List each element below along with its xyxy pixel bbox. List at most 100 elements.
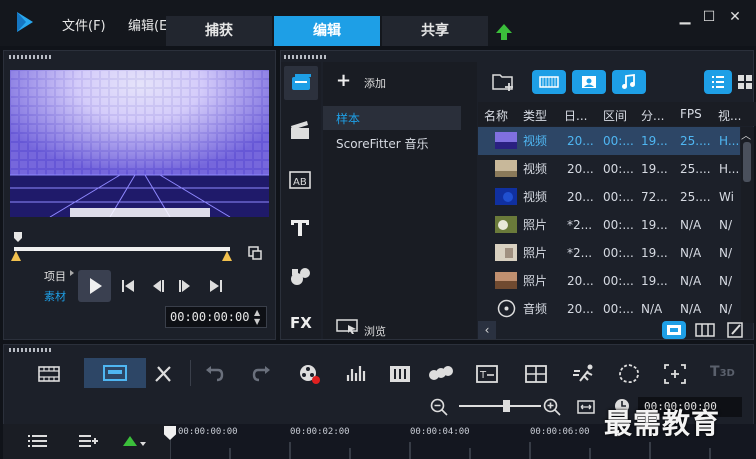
scroll-left-icon[interactable]: ‹ <box>478 321 496 339</box>
library-grip[interactable] <box>284 55 328 59</box>
mode-arrow-icon <box>70 270 74 276</box>
browse-icon[interactable] <box>336 319 358 335</box>
cell-duration: 00:... <box>603 246 634 260</box>
menu-file[interactable]: 文件(F) <box>62 15 106 34</box>
scrub-bar[interactable] <box>14 247 230 251</box>
options-button[interactable] <box>662 321 686 339</box>
storyboard-mode-icon[interactable] <box>37 364 61 384</box>
project-mode-label[interactable]: 项目 <box>44 268 66 284</box>
browse-label[interactable]: 浏览 <box>364 323 386 339</box>
column-header-resolution[interactable]: 分... <box>641 107 664 124</box>
timeline-grip[interactable] <box>9 348 53 352</box>
cell-duration: 00:... <box>603 134 634 148</box>
cell-date: *2... <box>567 246 593 260</box>
scroll-up-icon[interactable]: ︿ <box>741 127 751 142</box>
auto-music-icon[interactable] <box>388 363 412 385</box>
cell-type: 音频 <box>523 302 548 316</box>
graphics-icon[interactable] <box>289 265 313 287</box>
instant-project-icon[interactable] <box>288 118 312 142</box>
table-row[interactable]: 视频 20... 00:... 19... 25.... H... <box>478 155 740 183</box>
multi-camera-icon[interactable] <box>524 363 548 385</box>
mask-creator-icon[interactable] <box>617 363 641 385</box>
menu-edit[interactable]: 编辑(E <box>128 15 167 34</box>
cell-type: 视频 <box>523 162 548 176</box>
maximize-icon[interactable]: ☐ <box>700 8 718 26</box>
go-to-end-icon[interactable] <box>208 278 224 294</box>
motion-tracking-icon[interactable] <box>428 363 454 385</box>
show-audio-button[interactable] <box>612 70 646 94</box>
show-photos-button[interactable] <box>572 70 606 94</box>
go-to-start-icon[interactable] <box>120 278 136 294</box>
zoom-slider-thumb[interactable] <box>503 400 510 412</box>
undo-icon[interactable] <box>203 364 225 384</box>
column-header-fps[interactable]: FPS <box>680 107 702 121</box>
timecode-value: 00:00:00:00 <box>170 310 250 324</box>
zoom-in-icon[interactable] <box>543 398 561 416</box>
add-folder-label[interactable]: 添加 <box>364 75 386 91</box>
media-category-button[interactable] <box>284 66 318 100</box>
pan-zoom-icon[interactable] <box>663 363 687 385</box>
play-button[interactable] <box>78 270 111 302</box>
photo-thumbnail <box>495 272 517 289</box>
sound-mixer-icon[interactable] <box>345 363 369 385</box>
previous-frame-icon[interactable] <box>150 278 166 294</box>
fit-project-icon[interactable] <box>577 398 595 416</box>
redo-icon[interactable] <box>251 364 273 384</box>
tools-icon[interactable] <box>153 364 175 384</box>
time-remapping-icon[interactable] <box>572 363 598 385</box>
3d-title-editor-icon[interactable]: T3D <box>710 364 735 380</box>
list-view-button[interactable] <box>704 70 732 94</box>
close-icon[interactable]: ✕ <box>726 8 744 26</box>
table-row[interactable]: 音频 20... 00:... N/A N/A N/ <box>478 295 740 323</box>
table-row[interactable]: 视频 20... 00:... 19... 25.... H... <box>478 127 740 155</box>
column-header-type[interactable]: 类型 <box>523 107 547 124</box>
column-header-date[interactable]: 日... <box>564 107 587 124</box>
scrollbar-thumb[interactable] <box>743 142 751 182</box>
import-media-icon[interactable] <box>492 72 516 92</box>
svg-text:AB: AB <box>293 177 307 188</box>
transition-icon[interactable]: AB <box>288 168 312 192</box>
cell-date: *2... <box>567 218 593 232</box>
timeline-mode-icon <box>103 365 127 381</box>
add-remove-chapter-icon[interactable] <box>78 433 100 449</box>
upload-arrow-icon[interactable] <box>494 22 514 42</box>
timecode-field[interactable]: 00:00:00:00 <box>165 306 267 328</box>
cell-codec: N/ <box>719 246 733 260</box>
zoom-slider[interactable] <box>459 405 541 407</box>
tab-share[interactable]: 共享 <box>382 16 488 46</box>
zoom-out-icon[interactable] <box>430 398 448 416</box>
thumbnail-view-icon[interactable] <box>736 72 756 92</box>
enlarge-preview-icon[interactable] <box>247 245 263 261</box>
timeline-mode-button[interactable] <box>84 358 146 388</box>
minimize-icon[interactable]: ▁ <box>676 8 694 26</box>
app-logo <box>17 12 33 32</box>
panel-grip[interactable] <box>9 55 53 59</box>
title-icon[interactable] <box>289 217 311 239</box>
tab-edit[interactable]: 编辑 <box>274 16 380 46</box>
folder-item-scorefitter[interactable]: ScoreFitter 音乐 <box>336 135 429 152</box>
record-capture-icon[interactable] <box>298 363 322 385</box>
cell-type: 照片 <box>523 218 548 232</box>
cell-date: 20... <box>567 274 594 288</box>
edit-properties-icon[interactable] <box>726 321 746 339</box>
table-row[interactable]: 照片 20... 00:... 19... N/A N/ <box>478 267 740 295</box>
fx-filter-icon[interactable]: FX <box>290 314 312 332</box>
track-manager-icon[interactable] <box>27 433 49 449</box>
add-folder-icon[interactable]: + <box>336 70 351 91</box>
column-header-duration[interactable]: 区间 <box>603 107 627 124</box>
clip-mode-label[interactable]: 素材 <box>44 288 66 304</box>
subtitle-editor-icon[interactable]: T <box>475 363 499 385</box>
ruler-label: 00:00:00:00 <box>178 427 238 437</box>
column-header-name[interactable]: 名称 <box>484 107 508 124</box>
photo-thumbnail <box>495 216 517 233</box>
table-row[interactable]: 视频 20... 00:... 72... 25.... Wi <box>478 183 740 211</box>
tab-capture[interactable]: 捕获 <box>166 16 272 46</box>
table-row[interactable]: 照片 *2... 00:... 19... N/A N/ <box>478 211 740 239</box>
column-header-video[interactable]: 视... <box>718 107 741 124</box>
ripple-editing-icon[interactable] <box>121 433 147 449</box>
table-row[interactable]: 照片 *2... 00:... 19... N/A N/ <box>478 239 740 267</box>
next-frame-icon[interactable] <box>177 278 193 294</box>
storyboard-view-icon[interactable] <box>694 321 716 339</box>
timecode-spinner-icon[interactable]: ▲ ▼ <box>254 308 260 326</box>
show-videos-button[interactable] <box>532 70 566 94</box>
